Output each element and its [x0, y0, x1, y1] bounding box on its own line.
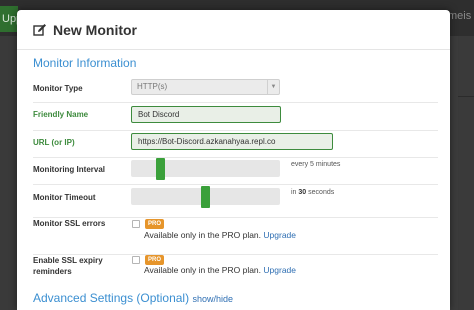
section-title: Monitor Information [33, 56, 137, 70]
ssl-expiry-label: Enable SSL expiry reminders [33, 255, 103, 277]
monitor-type-label: Monitor Type [33, 84, 83, 93]
url-label: URL (or IP) [33, 138, 75, 147]
monitor-type-select[interactable]: HTTP(s) ▼ [131, 79, 280, 95]
edit-icon [33, 23, 47, 37]
ssl-errors-checkbox[interactable] [132, 220, 140, 228]
divider [33, 130, 438, 131]
divider [33, 184, 438, 185]
interval-slider[interactable] [131, 158, 280, 180]
timeout-slider-handle[interactable] [201, 186, 210, 208]
show-hide-toggle[interactable]: show/hide [192, 294, 233, 304]
background-panel-right [458, 36, 474, 310]
divider [33, 102, 438, 103]
pro-badge: PRO [145, 219, 165, 229]
timeout-note: in 30 seconds [291, 189, 334, 196]
ssl-expiry-label-line1: Enable SSL expiry [33, 256, 103, 265]
timeout-label: Monitor Timeout [33, 193, 96, 202]
url-input[interactable]: https://Bot-Discord.azkanahyaa.repl.co [131, 133, 333, 150]
divider [33, 217, 438, 218]
interval-slider-handle[interactable] [156, 158, 165, 180]
timeout-note-suffix: seconds [308, 189, 335, 196]
modal-title: New Monitor [53, 21, 137, 38]
divider [33, 157, 438, 158]
advanced-settings-header[interactable]: Advanced Settings (Optional) show/hide [33, 291, 233, 305]
interval-note: every 5 minutes [291, 161, 341, 168]
ssl-errors-pro-text: Available only in the PRO plan. Upgrade [144, 230, 296, 240]
monitor-type-value: HTTP(s) [137, 82, 168, 91]
timeout-note-value: 30 [298, 189, 307, 196]
upgrade-link[interactable]: Upgrade [263, 230, 296, 240]
timeout-slider[interactable] [131, 186, 280, 208]
new-monitor-modal: New Monitor Monitor Information Monitor … [17, 10, 450, 310]
ssl-expiry-checkbox[interactable] [132, 256, 140, 264]
ssl-expiry-label-line2: reminders [33, 267, 72, 276]
background-text: meis [448, 10, 472, 22]
background-panel-left [0, 36, 16, 310]
friendly-name-input[interactable]: Bot Discord [131, 106, 281, 123]
ssl-errors-label: Monitor SSL errors [33, 219, 106, 228]
pro-badge: PRO [145, 255, 165, 265]
background-divider [458, 96, 474, 97]
chevron-down-icon: ▼ [267, 80, 279, 94]
modal-header: New Monitor [17, 10, 450, 50]
pro-plan-text: Available only in the PRO plan. [144, 230, 262, 240]
timeout-note-prefix: in [291, 189, 297, 196]
background-button: Upp [0, 6, 18, 32]
ssl-expiry-pro-text: Available only in the PRO plan. Upgrade [144, 265, 296, 275]
friendly-name-label: Friendly Name [33, 110, 89, 119]
advanced-settings-title: Advanced Settings (Optional) [33, 291, 190, 305]
interval-label: Monitoring Interval [33, 165, 105, 174]
background-button-label: Upp [2, 13, 18, 25]
pro-plan-text: Available only in the PRO plan. [144, 265, 262, 275]
upgrade-link[interactable]: Upgrade [263, 265, 296, 275]
